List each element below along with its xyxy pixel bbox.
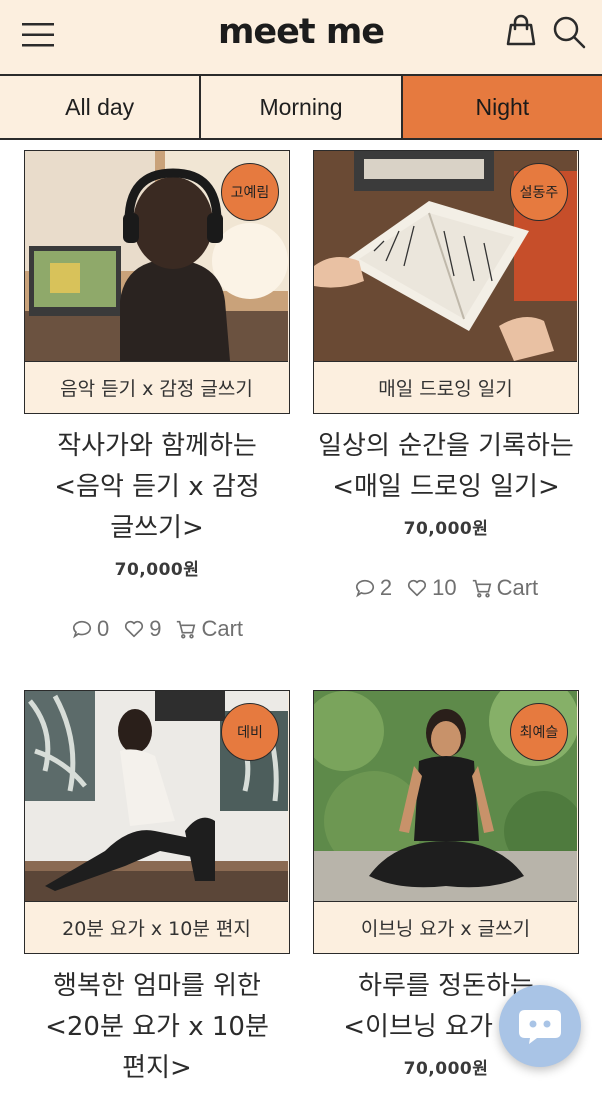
instructor-badge: 설동주 bbox=[510, 163, 568, 221]
product-caption: 20분 요가 x 10분 편지 bbox=[25, 901, 288, 952]
product-title[interactable]: 작사가와 함께하는 <음악 듣기 x 감정 글쓰기> bbox=[24, 426, 290, 549]
cart-icon bbox=[472, 579, 491, 598]
instructor-badge: 데비 bbox=[221, 703, 279, 761]
like-count[interactable]: 10 bbox=[406, 575, 457, 601]
product-thumbnail[interactable]: 최예슬 이브닝 요가 x 글쓰기 bbox=[313, 690, 579, 954]
product-price: 70,000원 bbox=[114, 560, 200, 580]
instructor-badge: 최예슬 bbox=[510, 703, 568, 761]
heart-icon bbox=[125, 620, 144, 638]
product-thumbnail[interactable]: 고예림 음악 듣기 x 감정 글쓰기 bbox=[24, 150, 290, 414]
tab-all-day[interactable]: All day bbox=[0, 76, 202, 138]
app-header: meet me bbox=[0, 0, 602, 76]
comment-icon bbox=[355, 579, 374, 598]
product-card[interactable]: 설동주 매일 드로잉 일기 일상의 순간을 기록하는 <매일 드로잉 일기> 7… bbox=[313, 150, 579, 601]
time-filter-tabs: All day Morning Night bbox=[0, 76, 602, 140]
comment-count[interactable]: 0 bbox=[71, 616, 109, 642]
product-thumbnail[interactable]: 데비 20분 요가 x 10분 편지 bbox=[24, 690, 290, 954]
chat-bubble-icon bbox=[519, 1010, 561, 1044]
like-count[interactable]: 9 bbox=[123, 616, 161, 642]
add-to-cart-button[interactable]: Cart bbox=[175, 616, 243, 642]
product-caption: 음악 듣기 x 감정 글쓰기 bbox=[25, 361, 288, 412]
search-icon[interactable] bbox=[551, 14, 587, 50]
instructor-badge: 고예림 bbox=[221, 163, 279, 221]
chat-button[interactable] bbox=[499, 985, 581, 1067]
product-stats: 2 10 Cart bbox=[313, 575, 579, 601]
add-to-cart-button[interactable]: Cart bbox=[471, 575, 538, 601]
tab-night[interactable]: Night bbox=[402, 76, 602, 138]
heart-icon bbox=[408, 579, 427, 597]
product-stats: 0 9 Cart bbox=[24, 616, 290, 642]
product-price: 70,000원 bbox=[403, 519, 489, 539]
shopping-bag-icon[interactable] bbox=[503, 12, 539, 48]
comment-icon bbox=[72, 620, 92, 639]
product-card[interactable]: 고예림 음악 듣기 x 감정 글쓰기 작사가와 함께하는 <음악 듣기 x 감정… bbox=[24, 150, 290, 642]
tab-morning[interactable]: Morning bbox=[201, 76, 403, 138]
product-thumbnail[interactable]: 설동주 매일 드로잉 일기 bbox=[313, 150, 579, 414]
product-title[interactable]: 일상의 순간을 기록하는 <매일 드로잉 일기> bbox=[313, 426, 579, 508]
product-title[interactable]: 행복한 엄마를 위한 <20분 요가 x 10분 편지> bbox=[24, 966, 290, 1089]
cart-icon bbox=[177, 620, 196, 639]
product-caption: 이브닝 요가 x 글쓰기 bbox=[314, 901, 577, 952]
product-caption: 매일 드로잉 일기 bbox=[314, 361, 577, 412]
product-card[interactable]: 데비 20분 요가 x 10분 편지 행복한 엄마를 위한 <20분 요가 x … bbox=[24, 690, 290, 1089]
comment-count[interactable]: 2 bbox=[354, 575, 392, 601]
